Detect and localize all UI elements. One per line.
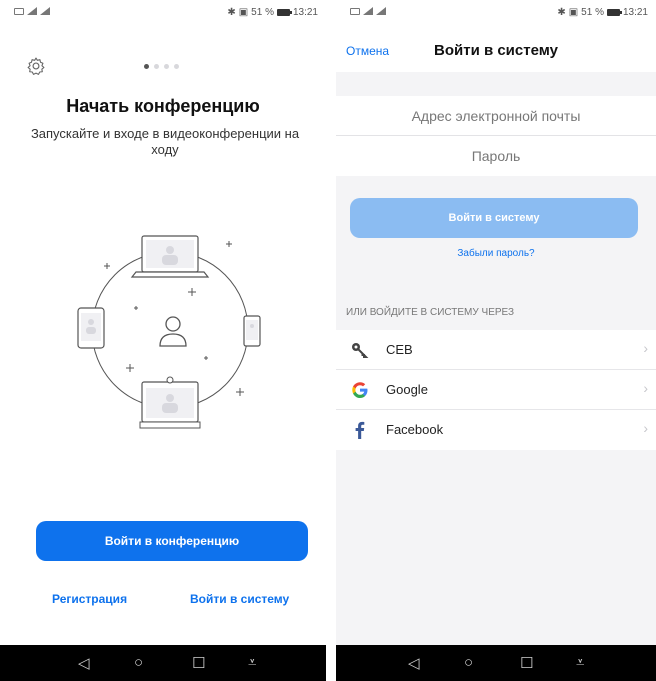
join-meeting-button[interactable]: Войти в конференцию <box>36 521 308 561</box>
signal-icon <box>363 7 373 15</box>
login-form: Адрес электронной почты Пароль <box>336 96 656 176</box>
recent-apps-icon[interactable]: ☐ <box>520 654 533 672</box>
sim-icon <box>350 7 360 15</box>
google-icon <box>352 382 368 398</box>
status-left <box>14 7 50 15</box>
carousel-dot <box>174 64 179 69</box>
provider-item-sso[interactable]: CEB › <box>336 330 656 370</box>
sign-in-link[interactable]: Войти в систему <box>190 592 289 606</box>
carousel-dot <box>164 64 169 69</box>
page-subtitle: Запускайте и входе в видеоконференции на… <box>30 126 300 157</box>
chevron-right-icon: › <box>643 420 648 436</box>
status-bar: ✱ ▣ 51 % 13:21 <box>0 0 326 30</box>
signal-icon-2 <box>40 7 50 15</box>
password-field[interactable]: Пароль <box>336 136 656 176</box>
home-icon[interactable]: ○ <box>134 654 143 671</box>
back-icon[interactable]: ◁ <box>408 654 420 672</box>
bluetooth-icon: ✱ <box>227 7 236 18</box>
chevron-right-icon: › <box>643 380 648 396</box>
provider-item-google[interactable]: Google › <box>336 370 656 410</box>
sim-icon <box>14 7 24 15</box>
sign-in-button[interactable]: Войти в систему <box>350 198 638 238</box>
carousel-dot-active <box>144 64 149 69</box>
provider-label: Google <box>386 382 428 397</box>
or-sign-in-with-label: ИЛИ ВОЙДИТЕ В СИСТЕМУ ЧЕРЕЗ <box>346 307 515 318</box>
provider-label: CEB <box>386 342 413 357</box>
status-left <box>350 7 386 15</box>
start-screen: ✱ ▣ 51 % 13:21 Начать конференцию Запуск… <box>0 0 326 681</box>
login-screen: ✱ ▣ 51 % 13:21 Войти в систему Отмена Ад… <box>336 0 656 681</box>
status-time: 13:21 <box>292 7 318 18</box>
key-icon <box>352 343 369 358</box>
battery-icon <box>276 9 292 16</box>
carousel-dot <box>154 64 159 69</box>
navigation-bar: ◁ ○ ☐ ⩡ <box>336 645 656 681</box>
notification-menu-icon[interactable]: ⩡ <box>576 654 584 671</box>
battery-percent: 51 % <box>581 7 604 18</box>
screen-divider <box>326 0 336 681</box>
conference-illustration <box>77 235 261 429</box>
status-right: ✱ ▣ 51 % 13:21 <box>557 7 648 18</box>
home-icon[interactable]: ○ <box>464 654 473 671</box>
status-bar: ✱ ▣ 51 % 13:21 <box>336 0 656 30</box>
back-icon[interactable]: ◁ <box>78 654 90 672</box>
provider-label: Facebook <box>386 422 444 437</box>
carousel-indicator <box>144 64 179 69</box>
facebook-icon <box>355 421 365 439</box>
battery-icon <box>606 9 622 16</box>
gear-icon[interactable] <box>26 56 46 76</box>
forgot-password-link[interactable]: Забыли пароль? <box>336 248 656 259</box>
cancel-button[interactable]: Отмена <box>346 44 389 58</box>
notification-menu-icon[interactable]: ⩡ <box>248 654 256 671</box>
login-header: Войти в систему Отмена <box>336 30 656 72</box>
nfc-icon: ▣ <box>568 7 579 18</box>
email-field[interactable]: Адрес электронной почты <box>336 96 656 136</box>
navigation-bar: ◁ ○ ☐ ⩡ <box>0 645 326 681</box>
nfc-icon: ▣ <box>238 7 249 18</box>
provider-item-facebook[interactable]: Facebook › <box>336 410 656 450</box>
bluetooth-icon: ✱ <box>557 7 566 18</box>
register-link[interactable]: Регистрация <box>52 592 127 606</box>
signal-icon-2 <box>376 7 386 15</box>
sso-provider-list: CEB › Google › Facebook › <box>336 330 656 450</box>
signal-icon <box>27 7 37 15</box>
recent-apps-icon[interactable]: ☐ <box>192 654 205 672</box>
battery-percent: 51 % <box>251 7 274 18</box>
status-time: 13:21 <box>622 7 648 18</box>
status-right: ✱ ▣ 51 % 13:21 <box>227 7 318 18</box>
chevron-right-icon: › <box>643 340 648 356</box>
page-title: Начать конференцию <box>66 96 260 116</box>
